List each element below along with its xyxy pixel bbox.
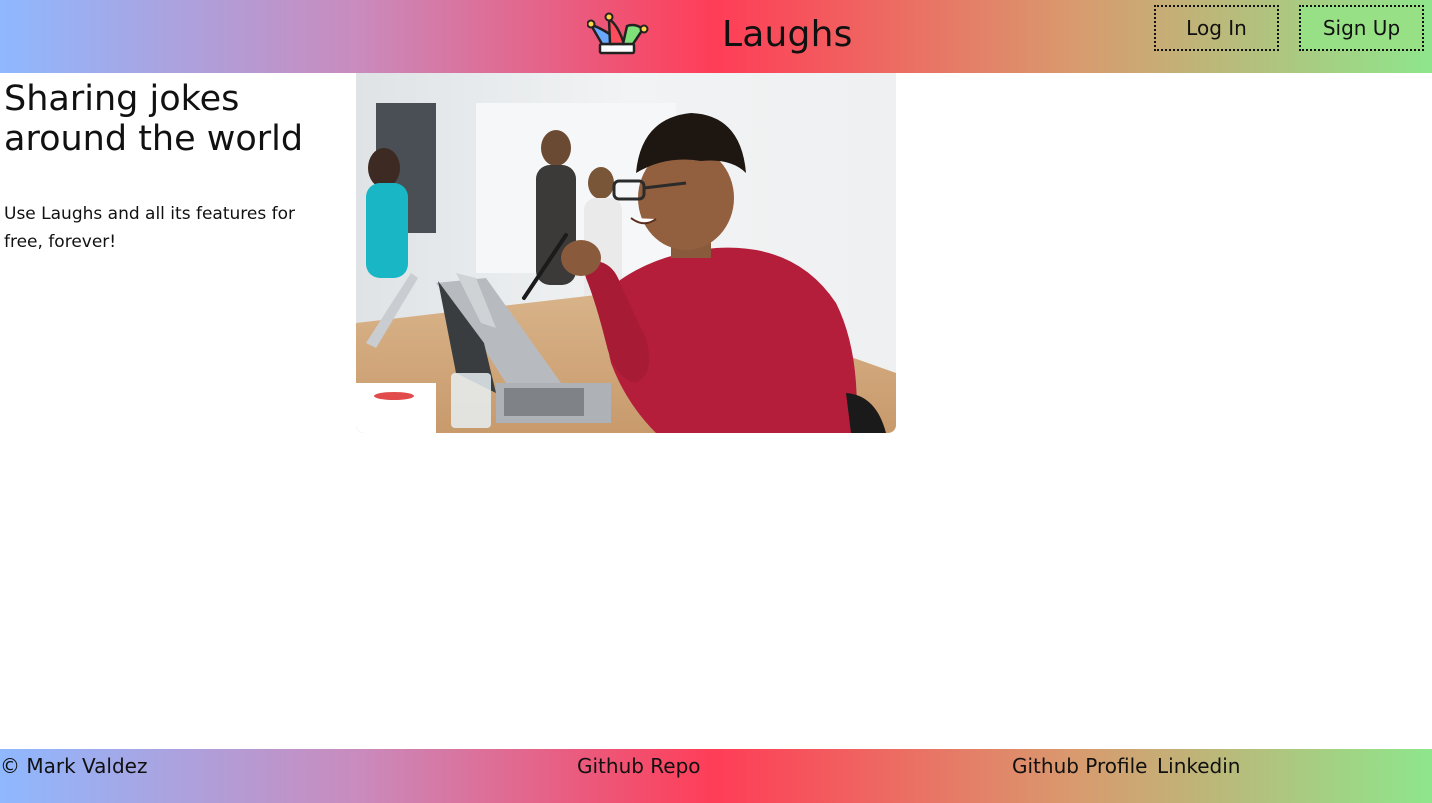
github-profile-link[interactable]: Github Profile <box>1012 753 1148 779</box>
signup-button[interactable]: Sign Up <box>1299 5 1424 51</box>
linkedin-link[interactable]: Linkedin <box>1157 753 1240 779</box>
site-header: Laughs Log In Sign Up <box>0 0 1432 73</box>
site-footer: © Mark Valdez Github Repo Github Profile… <box>0 749 1432 803</box>
hero-subtitle: Use Laughs and all its features for free… <box>4 204 295 252</box>
site-title: Laughs <box>722 14 853 55</box>
login-button[interactable]: Log In <box>1154 5 1279 51</box>
github-repo-link[interactable]: Github Repo <box>577 753 701 779</box>
hero-image <box>356 73 896 433</box>
jester-hat-icon[interactable] <box>586 11 649 55</box>
copyright-text: © Mark Valdez <box>0 754 148 778</box>
hero-title: Sharing jokes around the world <box>4 79 304 159</box>
